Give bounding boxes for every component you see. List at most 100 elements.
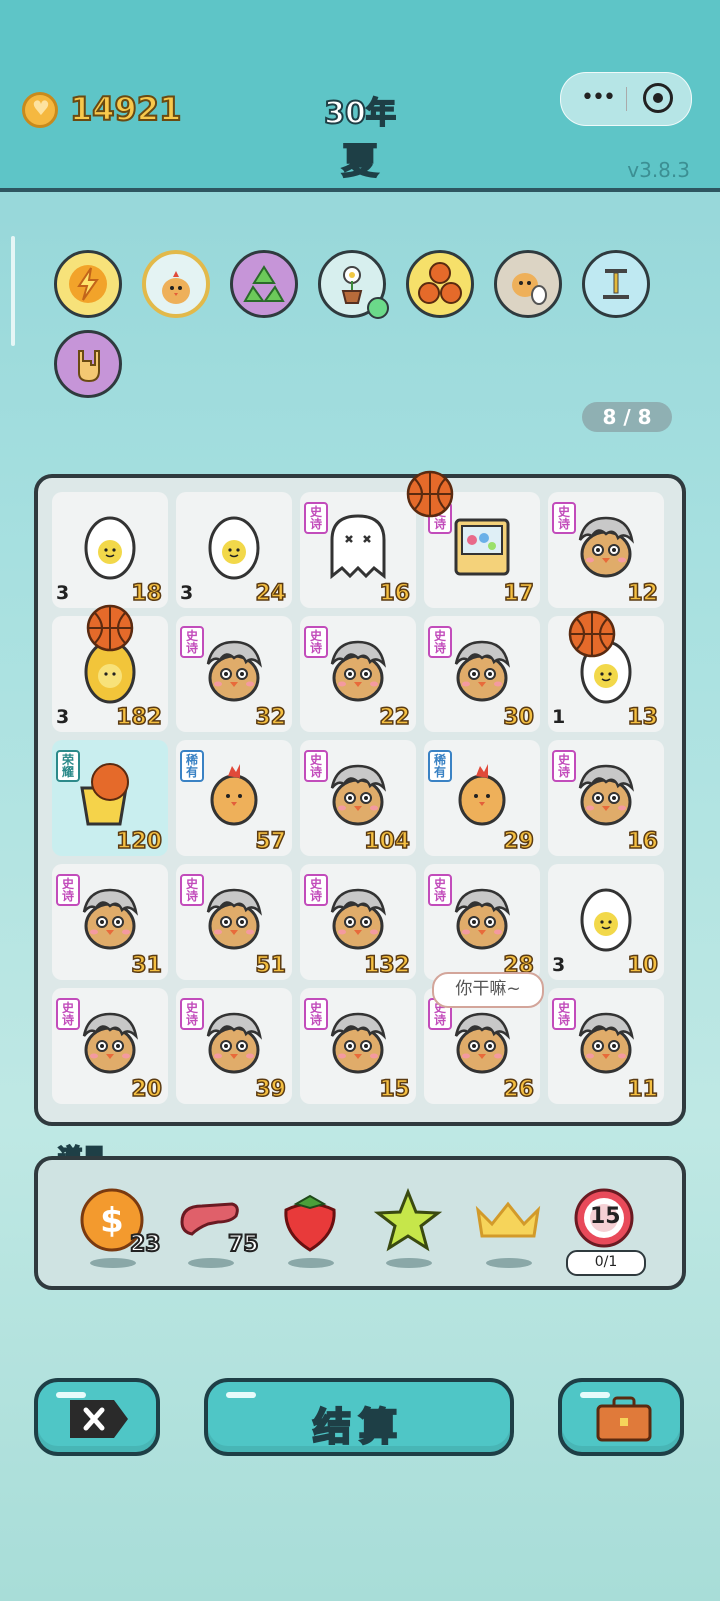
gray-hair-chick-icon [446, 882, 518, 954]
cell-value: 13 [627, 704, 659, 731]
board-cell-chick[interactable]: 稀有 57 [176, 740, 292, 856]
cell-value: 31 [131, 952, 163, 979]
cell-count: 3 [56, 706, 70, 728]
gray-hair-chick-icon [570, 510, 642, 582]
gray-hair-chick-icon [74, 882, 146, 954]
cell-count: 3 [56, 582, 70, 604]
board-cell-basketball-hoop[interactable]: 荣耀 120 [52, 740, 168, 856]
board-cell-chick[interactable]: 稀有 29 [424, 740, 540, 856]
board-cell-gray-hair-chick[interactable]: 史诗 20 [52, 988, 168, 1104]
chick-icon [446, 758, 518, 830]
top-bar: 14921 30年 夏 v3.8.3 ••• [0, 0, 720, 192]
chicken-badge-icon[interactable] [142, 250, 210, 318]
cell-value: 10 [627, 952, 659, 979]
target-item[interactable]: 15 0/1 [566, 1188, 646, 1276]
bag-button[interactable] [558, 1378, 684, 1456]
board-cell-ghost[interactable]: 史诗 16 [300, 492, 416, 608]
board-cell-gray-hair-chick[interactable]: 史诗 30 [424, 616, 540, 732]
board-cell-egg[interactable]: 3 24 [176, 492, 292, 608]
briefcase-icon [596, 1396, 652, 1442]
basketball-icon [86, 604, 134, 652]
strawberry-item[interactable] [274, 1188, 346, 1268]
cell-value: 15 [379, 1076, 411, 1103]
miniprogram-capsule: ••• [560, 72, 692, 126]
egg-icon [74, 510, 146, 582]
target-progress: 0/1 [566, 1250, 646, 1276]
item-shadow [386, 1258, 432, 1268]
board-cell-gray-hair-chick[interactable]: 史诗 16 [548, 740, 664, 856]
board-cell-gray-hair-chick[interactable]: 史诗 12 [548, 492, 664, 608]
gray-hair-chick-icon [322, 758, 394, 830]
gray-hair-chick-icon [322, 882, 394, 954]
gray-hair-chick-icon [74, 1006, 146, 1078]
cell-count: 3 [180, 582, 194, 604]
flower-pot-badge-icon[interactable] [318, 250, 389, 319]
cell-value: 29 [503, 828, 535, 855]
cell-count: 1 [552, 706, 566, 728]
basketball-icon [406, 470, 454, 518]
basketballs-badge-icon[interactable] [406, 250, 474, 318]
scroll-indicator [11, 236, 15, 346]
basketball-hoop-icon [74, 758, 146, 830]
board-cell-gray-hair-chick[interactable]: 史诗 104 [300, 740, 416, 856]
gray-hair-chick-icon [322, 634, 394, 706]
board-cell-egg[interactable]: 3 10 [548, 864, 664, 980]
cell-value: 16 [379, 580, 411, 607]
board-cell-gray-hair-chick[interactable]: 史诗 28 [424, 864, 540, 980]
cell-value: 57 [255, 828, 287, 855]
items-panel: $ 23 75 15 0/1 [34, 1156, 686, 1290]
board-cell-egg[interactable]: 3 18 [52, 492, 168, 608]
chick-egg-badge-icon[interactable] [494, 250, 562, 318]
cell-value: 39 [255, 1076, 287, 1103]
dollar-coin-item[interactable]: $ 23 [76, 1188, 162, 1268]
board-cell-gray-hair-chick[interactable]: 史诗 51 [176, 864, 292, 980]
recycle-badge-icon[interactable] [230, 250, 298, 318]
chick-icon [198, 758, 270, 830]
lightning-badge-icon[interactable] [54, 250, 122, 318]
star-item[interactable] [372, 1187, 444, 1268]
item-shadow [288, 1258, 334, 1268]
season-label: 夏 [341, 140, 379, 183]
cell-value: 17 [503, 580, 535, 607]
gray-hair-chick-icon [322, 1006, 394, 1078]
ghost-icon [322, 510, 394, 582]
cell-value: 132 [363, 952, 410, 979]
cell-value: 18 [131, 580, 163, 607]
settle-label: 结算 [312, 1404, 405, 1451]
speech-bubble: 你干嘛~ [432, 972, 544, 1008]
cell-value: 104 [363, 828, 410, 855]
board-cell-gray-hair-chick[interactable]: 史诗 132 [300, 864, 416, 980]
version-label: v3.8.3 [627, 158, 690, 182]
liver-item[interactable]: 75 [174, 1188, 260, 1268]
board-cell-gray-hair-chick[interactable]: 史诗 15 [300, 988, 416, 1104]
cell-value: 20 [131, 1076, 163, 1103]
target-badge: 15 [590, 1204, 621, 1229]
cell-value: 12 [627, 580, 659, 607]
cell-value: 120 [115, 828, 162, 855]
gray-hair-chick-icon [446, 634, 518, 706]
egg-icon [198, 510, 270, 582]
cell-value: 22 [379, 704, 411, 731]
more-menu-icon[interactable]: ••• [581, 85, 616, 110]
board-cell-gray-hair-chick[interactable]: 史诗 32 [176, 616, 292, 732]
crown-item[interactable] [472, 1188, 544, 1268]
board-cell-gray-hair-chick[interactable]: 史诗 11 [548, 988, 664, 1104]
rock-hand-badge-icon[interactable] [54, 330, 122, 398]
close-miniprogram-icon[interactable] [643, 83, 673, 113]
cell-value: 32 [255, 704, 287, 731]
pump-badge-icon[interactable] [582, 250, 650, 318]
cell-value: 51 [255, 952, 287, 979]
cancel-button[interactable] [34, 1378, 160, 1456]
board-cell-gray-hair-chick[interactable]: 史诗 31 [52, 864, 168, 980]
settle-button[interactable]: 结算 [204, 1378, 514, 1456]
gray-hair-chick-icon [570, 758, 642, 830]
gray-hair-chick-icon [198, 634, 270, 706]
cell-count: 3 [552, 954, 566, 976]
egg-icon [570, 882, 642, 954]
capsule-divider [626, 87, 627, 111]
board-cell-gray-hair-chick[interactable]: 史诗 39 [176, 988, 292, 1104]
gray-hair-chick-icon [198, 882, 270, 954]
cell-value: 26 [503, 1076, 535, 1103]
delete-icon [70, 1400, 128, 1438]
board-cell-gray-hair-chick[interactable]: 史诗 22 [300, 616, 416, 732]
